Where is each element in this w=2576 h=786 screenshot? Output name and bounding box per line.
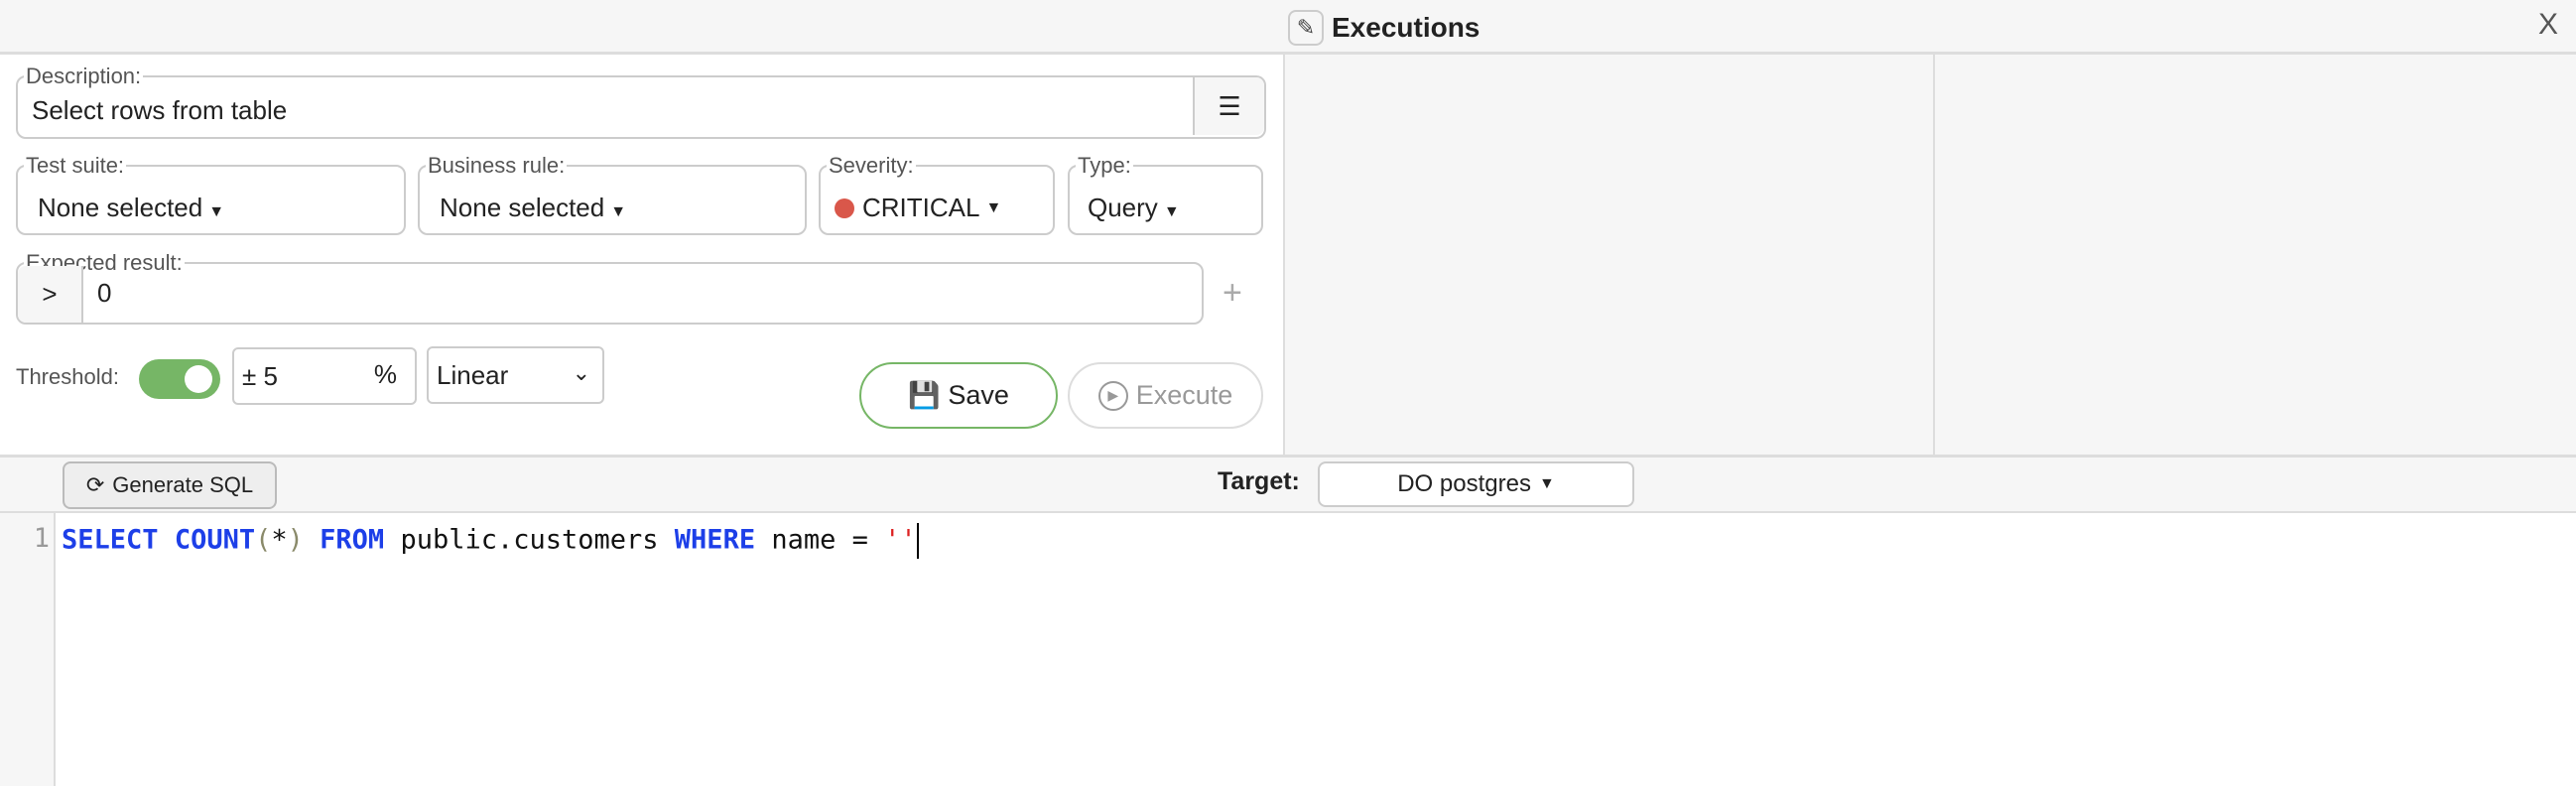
executions-panel bbox=[1283, 55, 1933, 455]
code-token: '' bbox=[884, 524, 917, 556]
code-token: SELECT bbox=[62, 524, 159, 556]
code-token: ) bbox=[287, 524, 304, 556]
save-label: Save bbox=[948, 380, 1009, 410]
severity-value: CRITICAL bbox=[862, 193, 980, 222]
business-rule-select[interactable]: Business rule: None selected ▼ bbox=[418, 153, 807, 235]
caret-down-icon: ▼ bbox=[208, 203, 225, 220]
test-suite-value: None selected bbox=[38, 193, 203, 222]
code-token: ( bbox=[255, 524, 272, 556]
play-circle-icon: ▶ bbox=[1097, 380, 1128, 411]
refresh-icon: ⟳ bbox=[85, 472, 105, 497]
caret-down-icon: ▼ bbox=[985, 198, 1002, 216]
add-icon[interactable]: + bbox=[1223, 274, 1242, 313]
threshold-value: 5 bbox=[263, 361, 278, 391]
edit-icon[interactable]: ✎ bbox=[1288, 10, 1324, 46]
target-select[interactable]: DO postgres ▼ bbox=[1318, 461, 1634, 507]
code-token: * bbox=[271, 524, 288, 556]
description-field[interactable]: Description: Select rows from table ☰ bbox=[16, 64, 1266, 139]
execute-button[interactable]: ▶ Execute bbox=[1068, 362, 1263, 429]
code-token: COUNT bbox=[174, 524, 256, 556]
severity-label: Severity: bbox=[829, 153, 914, 178]
line-gutter bbox=[0, 513, 56, 786]
plus-minus-sign: ± bbox=[242, 361, 257, 391]
text-cursor bbox=[916, 523, 919, 559]
generate-sql-button[interactable]: ⟳ Generate SQL bbox=[63, 461, 277, 509]
code-line[interactable]: SELECT COUNT(*) FROM public.customers WH… bbox=[62, 523, 919, 559]
threshold-toggle[interactable] bbox=[139, 359, 220, 399]
target-value: DO postgres bbox=[1397, 470, 1531, 497]
type-select[interactable]: Type: Query ▼ bbox=[1068, 153, 1263, 235]
description-input[interactable]: Select rows from table bbox=[32, 95, 287, 126]
chevron-down-icon: ⌄ bbox=[572, 360, 590, 385]
test-suite-select[interactable]: Test suite: None selected ▼ bbox=[16, 153, 406, 235]
title-group: ✎ Executions bbox=[1288, 10, 1480, 46]
save-button[interactable]: 💾 Save bbox=[859, 362, 1058, 429]
code-token: FROM bbox=[320, 524, 385, 556]
floppy-disk-icon: 💾 bbox=[908, 380, 941, 410]
type-label: Type: bbox=[1078, 153, 1131, 178]
percent-unit: % bbox=[373, 359, 397, 389]
caret-down-icon: ▼ bbox=[1538, 475, 1555, 492]
type-value: Query bbox=[1088, 193, 1158, 222]
test-suite-label: Test suite: bbox=[26, 153, 125, 178]
line-number: 1 bbox=[33, 523, 50, 554]
generate-sql-label: Generate SQL bbox=[112, 472, 254, 497]
description-label: Description: bbox=[26, 64, 142, 88]
code-token: name = bbox=[755, 524, 885, 556]
threshold-mode-select[interactable]: Linear ⌄ bbox=[427, 346, 604, 404]
business-rule-label: Business rule: bbox=[428, 153, 566, 178]
details-panel bbox=[1933, 55, 2576, 455]
execute-label: Execute bbox=[1135, 380, 1233, 410]
expected-result-field: Expected result: > 0 bbox=[16, 250, 1204, 325]
severity-select[interactable]: Severity: CRITICAL ▼ bbox=[819, 153, 1055, 235]
caret-down-icon: ▼ bbox=[610, 203, 627, 220]
expected-result-input[interactable]: 0 bbox=[97, 278, 111, 309]
business-rule-value: None selected bbox=[440, 193, 605, 222]
code-token: public.customers bbox=[384, 524, 675, 556]
severity-dot-icon bbox=[835, 197, 854, 218]
operator-select[interactable]: > bbox=[18, 266, 83, 323]
target-label: Target: bbox=[1218, 467, 1300, 495]
page-title: Executions bbox=[1332, 12, 1481, 43]
threshold-input[interactable]: ± 5 % bbox=[232, 347, 417, 405]
list-icon[interactable]: ☰ bbox=[1193, 77, 1264, 135]
caret-down-icon: ▼ bbox=[1163, 203, 1180, 220]
threshold-mode-value: Linear bbox=[437, 360, 509, 390]
close-icon[interactable]: X bbox=[2538, 8, 2558, 42]
code-token: WHERE bbox=[674, 524, 756, 556]
threshold-label: Threshold: bbox=[16, 364, 119, 389]
